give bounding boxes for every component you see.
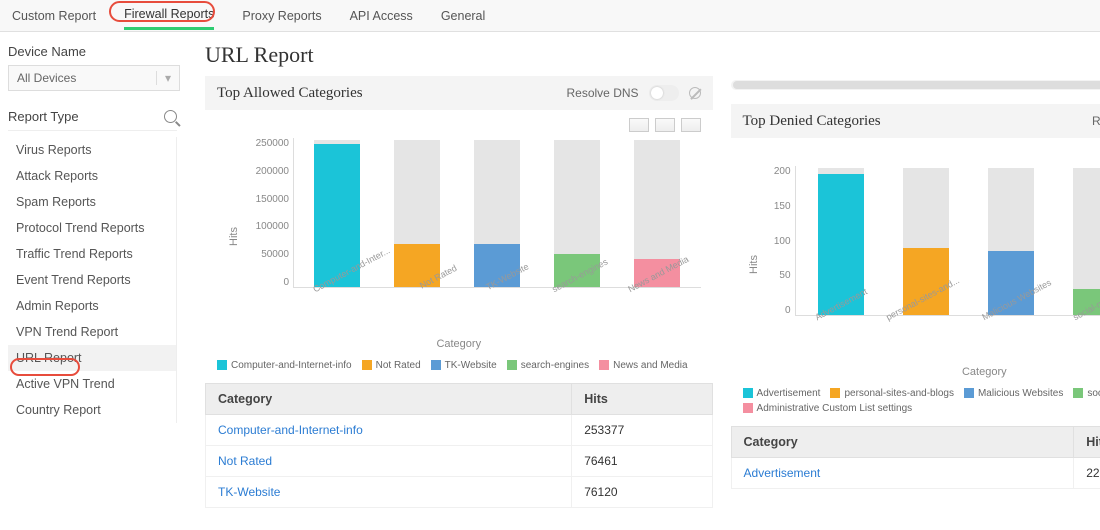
sidebar: Device Name All Devices ▾ Report Type Vi… — [0, 32, 187, 508]
sidebar-item-virus-reports[interactable]: Virus Reports — [8, 137, 176, 163]
horizontal-scrollbar[interactable] — [731, 80, 1100, 90]
cell-hits: 76461 — [572, 446, 712, 477]
link-row[interactable]: TK-Website — [218, 485, 280, 499]
table-denied: CategoryHits Advertisement 220 — [731, 426, 1100, 489]
chart-xlabel: Category — [217, 338, 701, 350]
resolve-dns-toggle-allowed[interactable] — [649, 85, 679, 101]
report-type-list: Virus Reports Attack Reports Spam Report… — [8, 137, 177, 423]
legend-allowed: Computer-and-Internet-infoNot RatedTK-We… — [205, 354, 713, 377]
link-row[interactable]: Computer-and-Internet-info — [218, 423, 363, 437]
page-title: URL Report — [205, 42, 1100, 68]
device-select-value: All Devices — [17, 71, 76, 85]
cell-hits: 253377 — [572, 415, 712, 446]
tab-api-access[interactable]: API Access — [350, 3, 413, 29]
chart-allowed: Hits250000200000150000100000500000Comput… — [217, 138, 701, 334]
sidebar-item-attack-reports[interactable]: Attack Reports — [8, 163, 176, 189]
resolve-dns-label: Resolve DNS — [1092, 114, 1100, 128]
tab-general[interactable]: General — [441, 3, 485, 29]
report-type-label: Report Type — [8, 109, 79, 124]
tab-custom-report[interactable]: Custom Report — [12, 3, 96, 29]
sidebar-item-url-report[interactable]: URL Report — [8, 345, 176, 371]
sidebar-item-spam-reports[interactable]: Spam Reports — [8, 189, 176, 215]
sidebar-item-event-trend[interactable]: Event Trend Reports — [8, 267, 176, 293]
sidebar-item-vpn-trend[interactable]: VPN Trend Report — [8, 319, 176, 345]
device-select[interactable]: All Devices ▾ — [8, 65, 180, 91]
panel-top-denied: Top Denied Categories Resolve DNS Hits20… — [731, 76, 1100, 508]
chart-denied: Hits200150100500Advertisementpersonal-si… — [743, 166, 1100, 362]
th-hits: Hits — [1074, 427, 1100, 458]
link-row[interactable]: Advertisement — [744, 466, 821, 480]
resolve-dns-label: Resolve DNS — [567, 86, 639, 100]
device-name-label: Device Name — [8, 44, 177, 59]
th-category: Category — [206, 384, 572, 415]
disable-icon[interactable] — [689, 87, 701, 99]
sidebar-item-protocol-trend[interactable]: Protocol Trend Reports — [8, 215, 176, 241]
sidebar-item-admin-reports[interactable]: Admin Reports — [8, 293, 176, 319]
chart-xlabel: Category — [743, 366, 1100, 378]
chart-type-line-icon[interactable] — [681, 118, 701, 132]
th-category: Category — [731, 427, 1074, 458]
th-hits: Hits — [572, 384, 712, 415]
chart-type-bar-icon[interactable] — [655, 118, 675, 132]
tab-proxy-reports[interactable]: Proxy Reports — [242, 3, 321, 29]
cell-hits: 76120 — [572, 477, 712, 508]
sidebar-item-country-report[interactable]: Country Report — [8, 397, 176, 423]
sidebar-item-active-vpn-trend[interactable]: Active VPN Trend — [8, 371, 176, 397]
sidebar-item-traffic-trend[interactable]: Traffic Trend Reports — [8, 241, 176, 267]
chart-type-area-icon[interactable] — [629, 118, 649, 132]
chevron-down-icon: ▾ — [156, 71, 171, 85]
top-nav: Custom Report Firewall Reports Proxy Rep… — [0, 0, 1100, 32]
panel-title-denied: Top Denied Categories — [743, 113, 881, 130]
legend-denied: Advertisementpersonal-sites-and-blogsMal… — [731, 382, 1100, 420]
tab-firewall-reports[interactable]: Firewall Reports — [124, 1, 214, 30]
panel-top-allowed: Top Allowed Categories Resolve DNS Hits2… — [205, 76, 713, 508]
search-icon[interactable] — [164, 110, 177, 123]
table-allowed: CategoryHits Computer-and-Internet-info 2… — [205, 383, 713, 508]
link-row[interactable]: Not Rated — [218, 454, 272, 468]
cell-hits: 220 — [1074, 458, 1100, 489]
panel-title-allowed: Top Allowed Categories — [217, 85, 363, 102]
